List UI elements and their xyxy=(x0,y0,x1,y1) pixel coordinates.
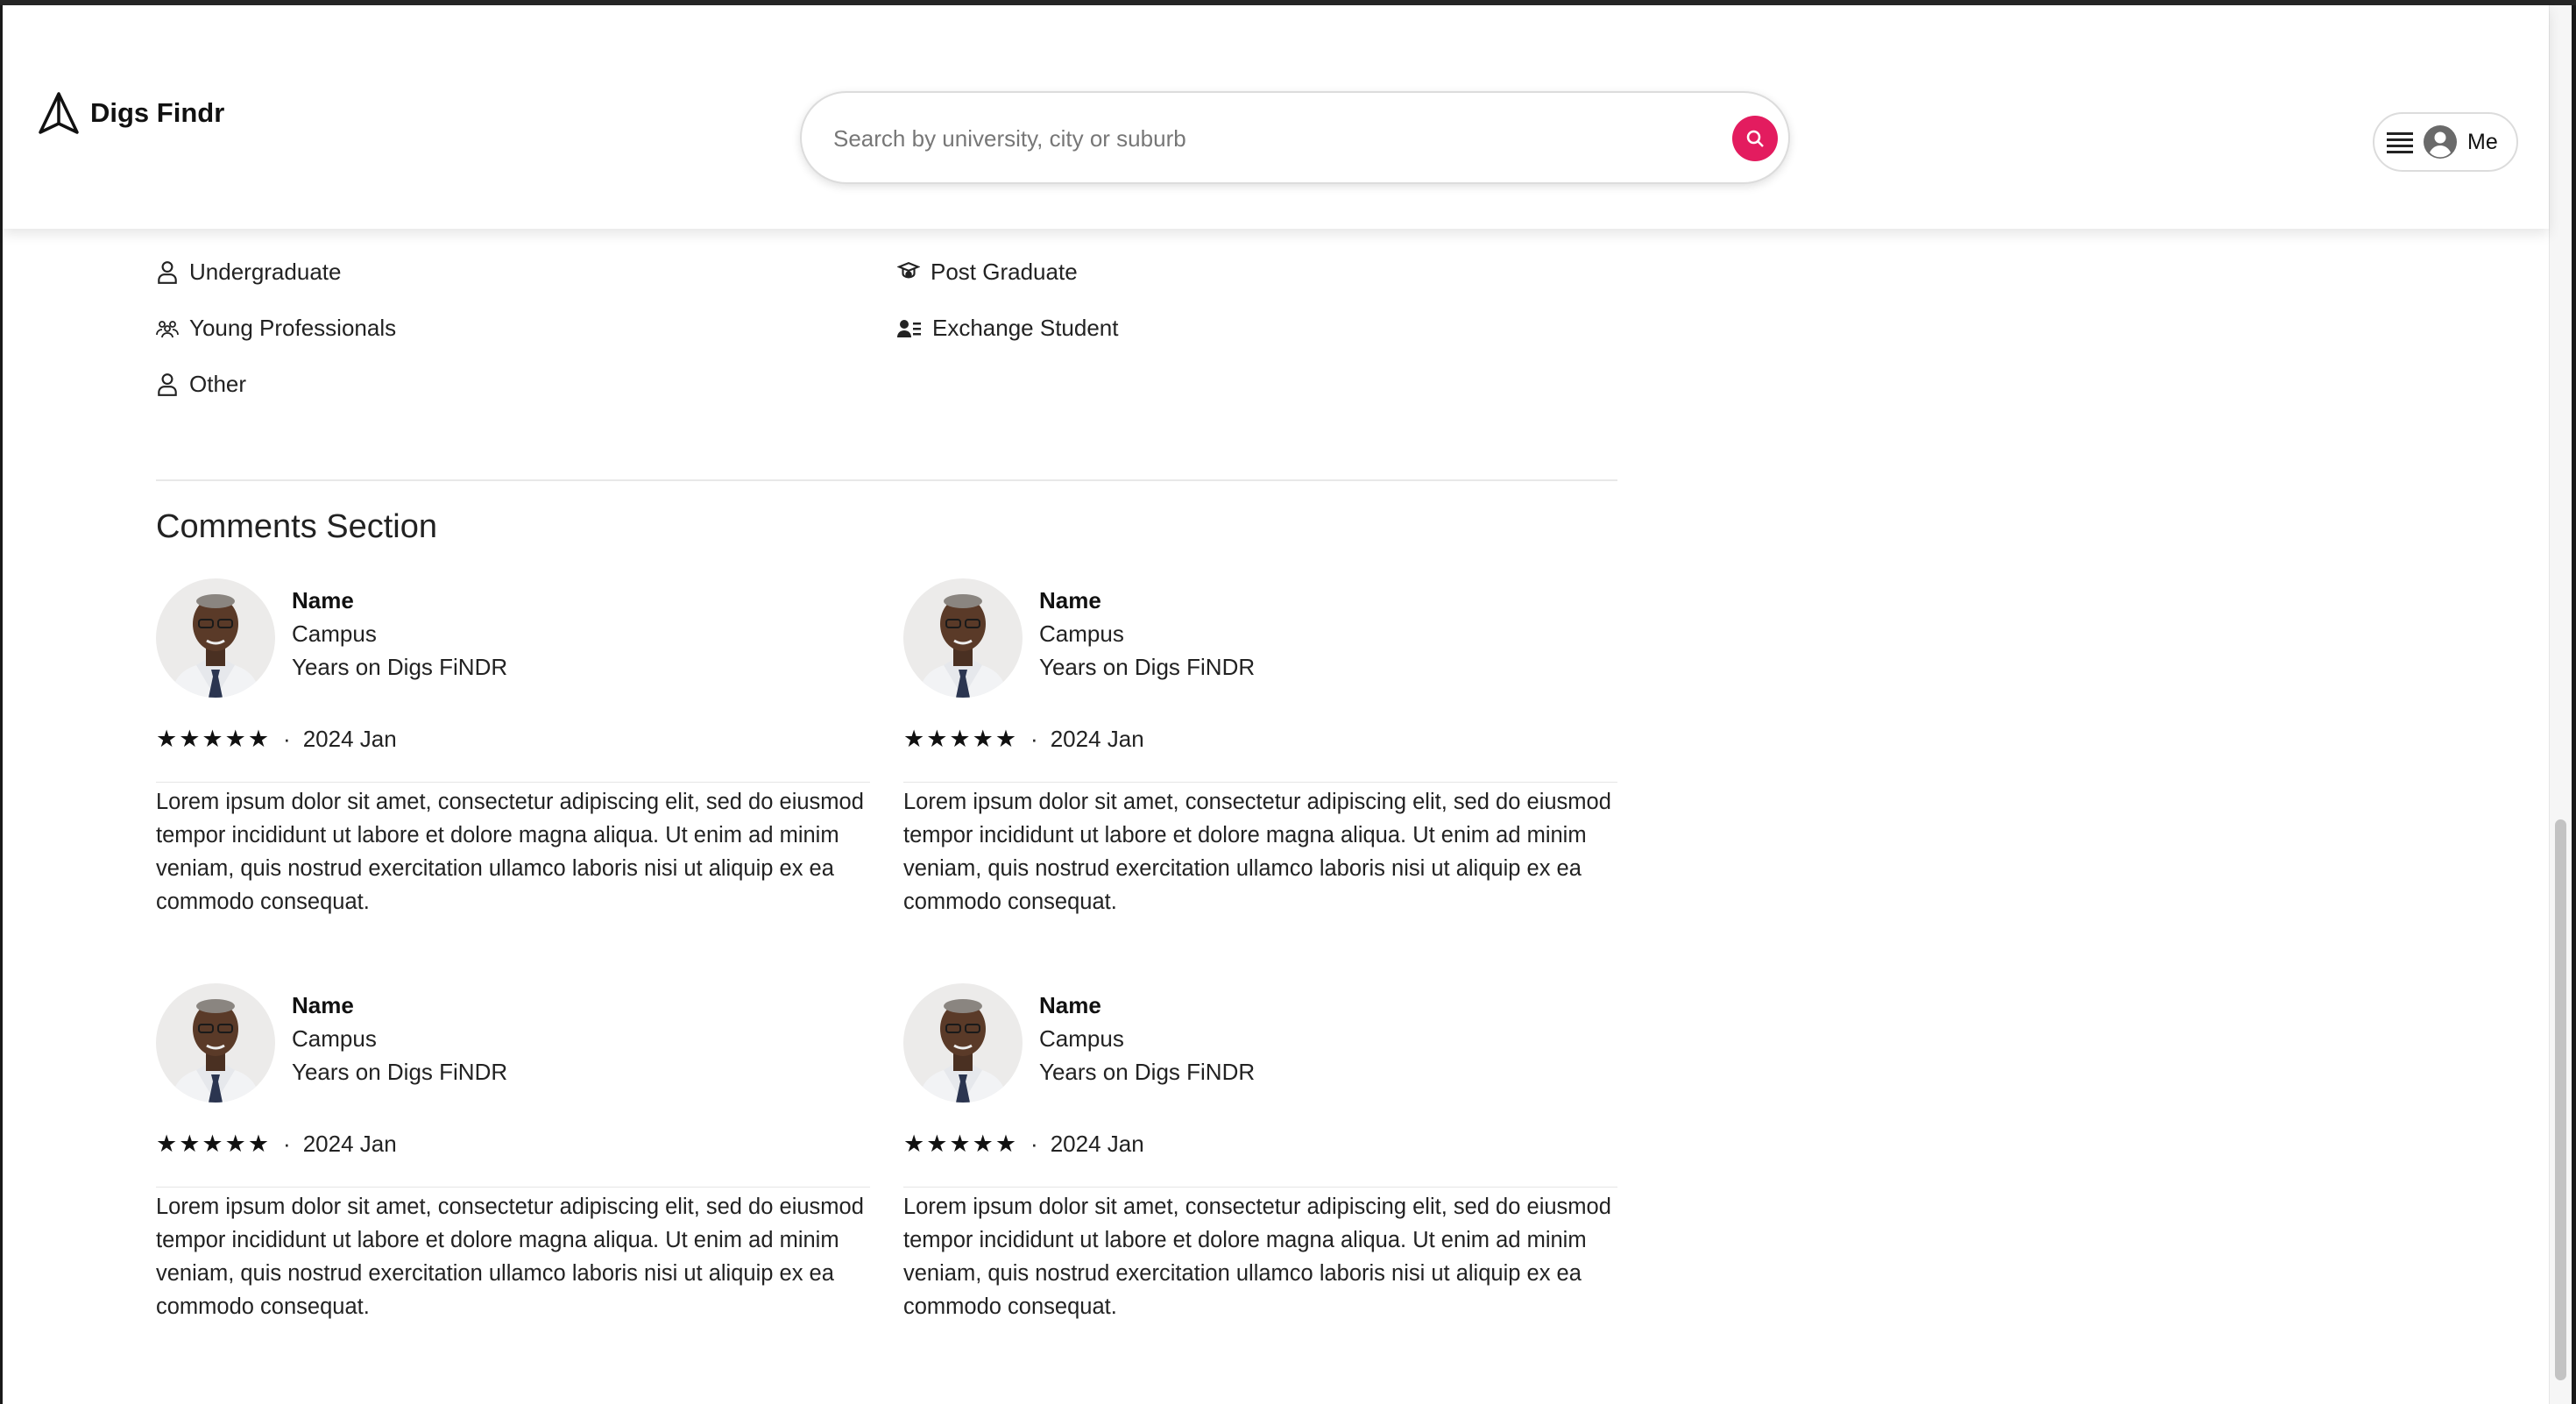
user-menu-label: Me xyxy=(2467,129,2498,154)
comment-divider xyxy=(156,1187,870,1188)
avatar xyxy=(156,983,275,1103)
tenant-type-label: Young Professionals xyxy=(189,315,397,341)
hamburger-menu-icon xyxy=(2387,132,2413,153)
meta-separator: · xyxy=(283,1131,291,1157)
avatar xyxy=(903,983,1023,1103)
commenter-years: Years on Digs FiNDR xyxy=(292,654,508,680)
comment-card: Name Campus Years on Digs FiNDR ★★★★★ · … xyxy=(156,983,870,1351)
comment-meta: ★★★★★ · 2024 Jan xyxy=(156,726,397,753)
brand-logo[interactable]: Digs Findr xyxy=(38,91,224,135)
star-rating: ★★★★★ xyxy=(903,1131,1019,1157)
commenter-years: Years on Digs FiNDR xyxy=(292,1059,508,1085)
comment-text: Lorem ipsum dolor sit amet, consectetur … xyxy=(156,1195,864,1319)
tenant-type-label: Undergraduate xyxy=(189,259,342,285)
search-input[interactable] xyxy=(832,115,1694,162)
commenter-name: Name xyxy=(1039,992,1101,1018)
comment-divider xyxy=(156,782,870,783)
commenter-campus: Campus xyxy=(1039,1025,1124,1052)
graduation-cap-icon xyxy=(897,261,920,278)
comment-text: Lorem ipsum dolor sit amet, consectetur … xyxy=(903,1195,1611,1319)
commenter-name: Name xyxy=(292,992,354,1018)
section-divider xyxy=(156,479,1617,481)
commenter-years: Years on Digs FiNDR xyxy=(1039,1059,1256,1085)
comment-divider xyxy=(903,782,1617,783)
commenter-name: Name xyxy=(1039,587,1101,613)
avatar xyxy=(903,578,1023,698)
tenant-type-post-graduate: Post Graduate xyxy=(897,259,1078,286)
paper-plane-icon xyxy=(39,92,79,134)
meta-separator: · xyxy=(283,726,291,752)
person-icon xyxy=(158,260,177,284)
commenter-campus: Campus xyxy=(292,1025,377,1052)
tenant-type-young-professionals: Young Professionals xyxy=(156,315,396,342)
scrollbar-thumb[interactable] xyxy=(2555,819,2566,1380)
user-avatar-icon xyxy=(2424,125,2457,159)
tenant-type-undergraduate: Undergraduate xyxy=(156,259,341,286)
comment-text: Lorem ipsum dolor sit amet, consectetur … xyxy=(156,790,864,914)
search-button[interactable] xyxy=(1732,116,1778,161)
site-header: Digs Findr Me xyxy=(3,5,2549,229)
tenant-type-label: Exchange Student xyxy=(932,315,1119,341)
tenant-type-label: Post Graduate xyxy=(931,259,1078,285)
meta-separator: · xyxy=(1030,726,1038,752)
comment-divider xyxy=(903,1187,1617,1188)
meta-separator: · xyxy=(1030,1131,1038,1157)
comment-meta: ★★★★★ · 2024 Jan xyxy=(903,1131,1144,1158)
comment-date: 2024 Jan xyxy=(1050,726,1144,752)
brand-name: Digs Findr xyxy=(90,97,225,128)
comment-date: 2024 Jan xyxy=(302,726,397,752)
comment-date: 2024 Jan xyxy=(1050,1131,1144,1157)
commenter-campus: Campus xyxy=(1039,620,1124,647)
star-rating: ★★★★★ xyxy=(156,726,272,752)
comment-meta: ★★★★★ · 2024 Jan xyxy=(156,1131,397,1158)
people-group-icon xyxy=(156,320,179,337)
comment-card: Name Campus Years on Digs FiNDR ★★★★★ · … xyxy=(903,983,1617,1351)
search-icon xyxy=(1746,130,1764,147)
commenter-years: Years on Digs FiNDR xyxy=(1039,654,1256,680)
person-icon xyxy=(158,372,177,396)
star-rating: ★★★★★ xyxy=(903,726,1019,752)
tenant-type-exchange-student: Exchange Student xyxy=(897,315,1119,342)
comment-date: 2024 Jan xyxy=(302,1131,397,1157)
user-menu-button[interactable]: Me xyxy=(2373,112,2518,172)
tenant-type-other: Other xyxy=(156,371,246,398)
avatar xyxy=(156,578,275,698)
commenter-campus: Campus xyxy=(292,620,377,647)
id-card-icon xyxy=(897,319,921,337)
star-rating: ★★★★★ xyxy=(156,1131,272,1157)
comment-card: Name Campus Years on Digs FiNDR ★★★★★ · … xyxy=(903,578,1617,947)
comment-meta: ★★★★★ · 2024 Jan xyxy=(903,726,1144,753)
commenter-name: Name xyxy=(292,587,354,613)
comment-text: Lorem ipsum dolor sit amet, consectetur … xyxy=(903,790,1611,914)
comment-card: Name Campus Years on Digs FiNDR ★★★★★ · … xyxy=(156,578,870,947)
search-bar xyxy=(800,91,1790,184)
comments-section-title: Comments Section xyxy=(156,508,438,545)
tenant-type-label: Other xyxy=(189,371,247,397)
